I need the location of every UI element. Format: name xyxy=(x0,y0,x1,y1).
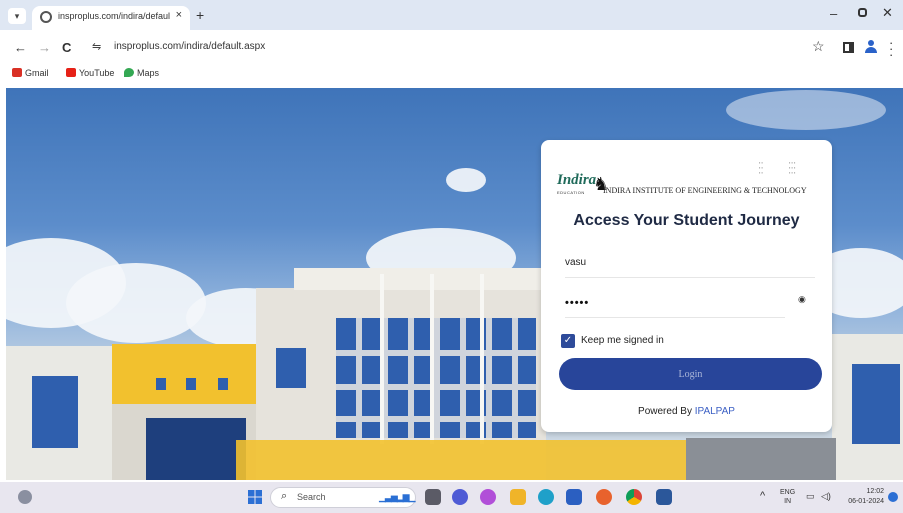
browser-tab-bar: ▾ insproplus.com/indira/default. × + – ✕ xyxy=(0,0,903,30)
header-info-left: ▪ ▪ ▪ ▪ ▪ ▪ xyxy=(759,160,763,175)
powered-by-brand-link[interactable]: IPALPAP xyxy=(695,406,735,417)
file-explorer-icon[interactable] xyxy=(510,489,526,505)
gmail-icon xyxy=(12,68,22,77)
bookmark-label: YouTube xyxy=(79,68,115,78)
reload-button[interactable]: C xyxy=(62,40,71,55)
new-tab-button[interactable]: + xyxy=(196,7,204,23)
volume-icon[interactable]: ◁) xyxy=(821,491,831,502)
password-field[interactable] xyxy=(565,288,785,318)
tab-search-chevron-icon[interactable]: ▾ xyxy=(8,8,26,24)
notification-icon[interactable] xyxy=(888,492,898,502)
bookmark-star-icon[interactable]: ☆ xyxy=(812,38,825,55)
teams-icon[interactable] xyxy=(452,489,468,505)
edge-icon[interactable] xyxy=(538,489,554,505)
network-icon[interactable]: ▭ xyxy=(806,491,815,502)
tab-close-icon[interactable]: × xyxy=(176,9,182,21)
bookmark-maps[interactable]: Maps xyxy=(124,68,159,78)
url-text[interactable]: insproplus.com/indira/default.aspx xyxy=(114,41,265,52)
bookmark-gmail[interactable]: Gmail xyxy=(12,68,49,78)
store-icon[interactable] xyxy=(566,489,582,505)
clock[interactable]: 12:02 06-01-2024 xyxy=(838,487,884,507)
keep-signed-in-label[interactable]: Keep me signed in xyxy=(581,335,664,346)
windows-taskbar: ⌕ Search ▁▃▅▂▆▁ ^ ENG IN ▭ ◁) 12:02 06-0… xyxy=(0,482,903,513)
search-icon: ⌕ xyxy=(281,490,288,502)
header-info-right: ▪ ▪ ▪ ▪ ▪ ▪ ▪ ▪ ▪ xyxy=(789,160,796,175)
bookmark-youtube[interactable]: YouTube xyxy=(66,68,114,78)
clock-date: 06-01-2024 xyxy=(848,498,884,505)
powered-by-footer: Powered By IPALPAP xyxy=(541,406,832,417)
menu-kebab-icon[interactable]: · · · xyxy=(889,36,893,61)
logo-wordmark: Indira xyxy=(557,172,597,188)
search-label: Search xyxy=(297,492,326,502)
profile-icon[interactable] xyxy=(865,40,877,54)
window-close-button[interactable]: ✕ xyxy=(882,5,893,21)
bookmark-label: Maps xyxy=(137,68,160,78)
task-view-icon[interactable] xyxy=(425,489,441,505)
powered-by-text: Powered By xyxy=(638,406,692,417)
side-panel-icon[interactable] xyxy=(843,42,854,53)
site-info-icon[interactable]: ⇋ xyxy=(92,40,101,53)
maps-icon xyxy=(124,68,134,77)
institute-name: INDIRA INSTITUTE OF ENGINEERING & TECHNO… xyxy=(603,186,807,195)
search-highlight-icon: ▁▃▅▂▆▁ xyxy=(379,492,416,502)
firefox-icon[interactable] xyxy=(596,489,612,505)
bookmark-label: Gmail xyxy=(25,68,49,78)
region-code: IN xyxy=(784,498,792,505)
window-minimize-button[interactable]: – xyxy=(830,6,837,21)
login-heading: Access Your Student Journey xyxy=(573,212,800,229)
youtube-icon xyxy=(66,68,76,77)
language-code: ENG xyxy=(780,489,796,496)
browser-tab[interactable]: insproplus.com/indira/default. × xyxy=(32,6,190,30)
back-button[interactable]: ← xyxy=(14,40,27,55)
username-field[interactable] xyxy=(565,248,815,278)
site-favicon-icon xyxy=(40,11,52,23)
forward-button[interactable]: → xyxy=(38,40,51,55)
show-password-eye-icon[interactable]: ◉ xyxy=(798,294,806,305)
windows-start-icon[interactable] xyxy=(248,490,262,504)
word-icon[interactable] xyxy=(656,489,672,505)
keep-signed-in-checkbox[interactable]: ✓ xyxy=(561,334,575,348)
language-indicator[interactable]: ENG IN xyxy=(780,488,795,506)
window-restore-button[interactable] xyxy=(858,8,867,17)
taskbar-search[interactable]: ⌕ Search ▁▃▅▂▆▁ xyxy=(270,487,416,508)
login-card: ♞ Indira EDUCATION ▪ ▪ ▪ ▪ ▪ ▪ ▪ ▪ ▪ ▪ ▪ ▪ ▪… xyxy=(541,140,832,432)
logo-subtext: EDUCATION xyxy=(557,190,585,195)
weather-widget-icon[interactable] xyxy=(18,490,32,504)
address-bar-row: ← → C ⇋ insproplus.com/indira/default.as… xyxy=(0,30,903,64)
copilot-icon[interactable] xyxy=(480,489,496,505)
bookmarks-bar: Gmail YouTube Maps xyxy=(0,64,903,86)
tab-title: insproplus.com/indira/default. xyxy=(58,11,170,21)
tray-overflow-chevron-icon[interactable]: ^ xyxy=(760,490,765,502)
url-field[interactable]: ⇋ insproplus.com/indira/default.aspx xyxy=(86,36,786,58)
clock-time: 12:02 xyxy=(866,488,884,495)
chrome-icon[interactable] xyxy=(626,489,642,505)
login-button[interactable]: Login xyxy=(559,358,822,390)
